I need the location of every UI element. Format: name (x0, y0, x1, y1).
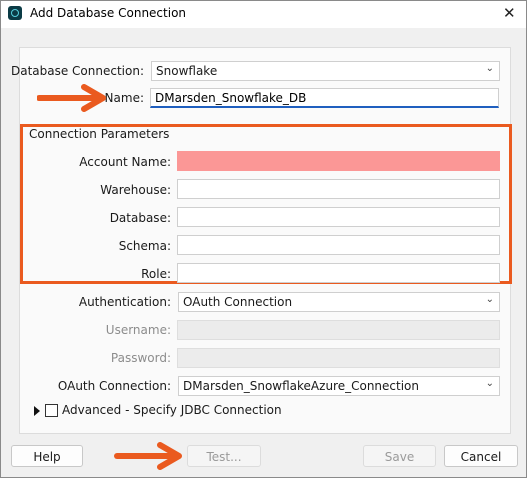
chevron-down-icon: ⌄ (485, 63, 494, 74)
advanced-jdbc-label: Advanced - Specify JDBC Connection (62, 403, 282, 417)
schema-input[interactable] (177, 235, 500, 255)
advanced-jdbc-checkbox[interactable] (45, 404, 58, 417)
authentication-select[interactable]: OAuth Connection ⌄ (178, 292, 500, 312)
database-connection-select[interactable]: Snowflake ⌄ (151, 61, 500, 81)
authentication-label: Authentication: (78, 295, 171, 309)
chevron-down-icon: ⌄ (485, 378, 494, 389)
annotation-arrow-name (37, 84, 106, 112)
window-title: Add Database Connection (30, 6, 187, 20)
close-icon[interactable]: ✕ (503, 4, 516, 22)
warehouse-input[interactable] (177, 179, 500, 199)
name-input[interactable] (150, 88, 499, 108)
chevron-down-icon: ⌄ (485, 294, 494, 305)
cancel-button[interactable]: Cancel (444, 445, 518, 467)
database-connection-label: Database Connection: (10, 64, 144, 78)
save-button[interactable]: Save (363, 445, 436, 467)
title-bar: Add Database Connection ✕ (1, 1, 526, 28)
dialog-window: Add Database Connection ✕ Database Conne… (0, 0, 527, 478)
username-input[interactable] (177, 320, 500, 340)
role-input[interactable] (177, 263, 500, 283)
warehouse-label: Warehouse: (100, 183, 171, 197)
database-label: Database: (109, 211, 171, 225)
oauth-connection-value: DMarsden_SnowflakeAzure_Connection (183, 379, 419, 393)
oauth-connection-select[interactable]: DMarsden_SnowflakeAzure_Connection ⌄ (178, 376, 500, 396)
account-name-label: Account Name: (79, 155, 171, 169)
connection-parameters-highlight (20, 124, 512, 284)
database-connection-value: Snowflake (156, 64, 218, 78)
database-input[interactable] (177, 207, 500, 227)
authentication-value: OAuth Connection (183, 295, 293, 309)
help-button[interactable]: Help (11, 445, 83, 467)
password-input[interactable] (177, 348, 500, 368)
oauth-connection-label: OAuth Connection: (57, 379, 171, 393)
username-label: Username: (105, 323, 171, 337)
connection-parameters-title: Connection Parameters (29, 127, 170, 141)
app-logo-icon (8, 6, 22, 20)
password-label: Password: (110, 351, 171, 365)
expand-arrow-icon[interactable] (34, 406, 40, 416)
test-button[interactable]: Test... (187, 445, 261, 467)
account-name-input[interactable] (177, 151, 500, 171)
role-label: Role: (141, 267, 171, 281)
schema-label: Schema: (118, 239, 171, 253)
annotation-arrow-test (114, 442, 182, 470)
